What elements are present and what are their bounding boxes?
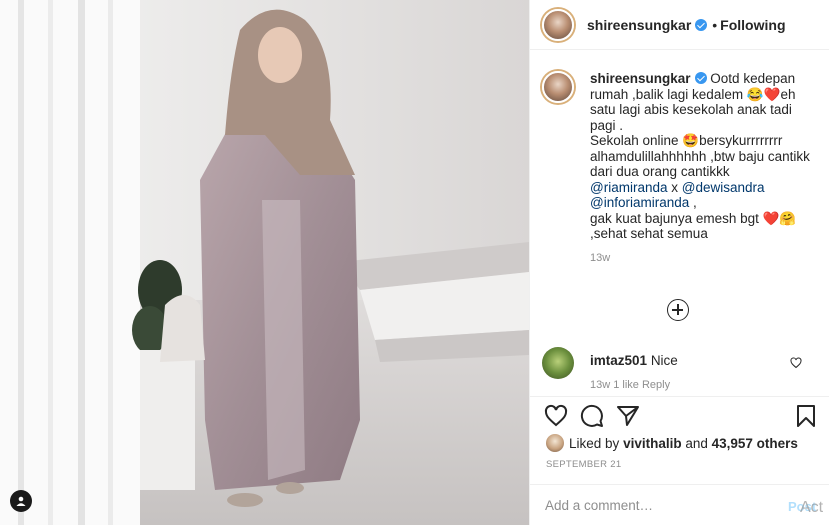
caption-part: Sekolah online <box>590 133 683 148</box>
caption-timestamp[interactable]: 13w <box>590 252 817 264</box>
post-caption: shireensungkar Ootd kedepan rumah ,balik… <box>542 71 817 264</box>
comment-input[interactable]: Add a comment… <box>545 498 653 513</box>
bookmark-icon[interactable] <box>794 404 818 428</box>
caption-part: , <box>689 195 697 210</box>
liked-by-prefix: Liked by <box>569 435 620 451</box>
emoji: 😂❤️ <box>746 86 781 102</box>
liked-by-mid: and <box>685 435 708 451</box>
header-separator: • <box>712 16 718 33</box>
likes-summary: Liked by vivithalib and 43,957 others <box>546 433 798 453</box>
emoji: 🤩 <box>682 133 700 148</box>
caption-part: x <box>667 179 682 195</box>
share-icon[interactable] <box>616 404 640 428</box>
comments-list[interactable]: shireensungkar Ootd kedepan rumah ,balik… <box>530 51 829 396</box>
caption-author-avatar[interactable] <box>542 71 574 103</box>
comment-meta[interactable]: 13w 1 like Reply <box>590 379 670 391</box>
following-button[interactable]: Following <box>720 17 785 33</box>
post-header: shireensungkar • Following <box>530 0 829 50</box>
mention-link[interactable]: @inforiamiranda <box>590 195 689 210</box>
verified-badge-icon <box>695 18 708 31</box>
person-tag-icon[interactable] <box>10 490 32 512</box>
caption-text: shireensungkar Ootd kedepan rumah ,balik… <box>590 71 817 242</box>
caption-part: gak kuat bajunya emesh bgt <box>590 210 763 226</box>
post-sidebar: shireensungkar • Following shireensungka… <box>529 0 829 525</box>
author-username[interactable]: shireensungkar <box>587 17 691 33</box>
caption-part: ,sehat sehat semua <box>590 226 708 241</box>
caption-verified-icon <box>694 72 707 84</box>
liker-avatar[interactable] <box>546 434 564 452</box>
comment-heart-icon[interactable] <box>790 357 802 369</box>
mention-link[interactable]: @riamiranda <box>590 180 667 195</box>
commenter-avatar[interactable] <box>542 347 574 379</box>
caption-author[interactable]: shireensungkar <box>590 71 691 86</box>
comment-body: Nice <box>650 353 678 368</box>
comment-icon[interactable] <box>580 404 604 428</box>
action-bar <box>530 396 829 430</box>
liked-by-count[interactable]: 43,957 others <box>712 436 798 451</box>
plus-circle-icon[interactable] <box>667 299 689 321</box>
add-comment-bar: Add a comment… Post <box>530 484 829 525</box>
photo-illustration <box>0 0 529 525</box>
author-avatar[interactable] <box>542 8 574 41</box>
heart-icon[interactable] <box>544 404 568 428</box>
mention-link[interactable]: @dewisandra <box>682 180 765 195</box>
comment-text: imtaz501 Nice <box>590 353 678 368</box>
liked-by-user[interactable]: vivithalib <box>623 436 682 451</box>
activation-watermark: Act <box>800 499 824 516</box>
commenter-username[interactable]: imtaz501 <box>590 353 647 368</box>
emoji: ❤️🤗 <box>762 210 797 226</box>
post-photo[interactable] <box>0 0 529 525</box>
person-glyph <box>16 496 26 506</box>
post-date[interactable]: SEPTEMBER 21 <box>546 459 621 470</box>
